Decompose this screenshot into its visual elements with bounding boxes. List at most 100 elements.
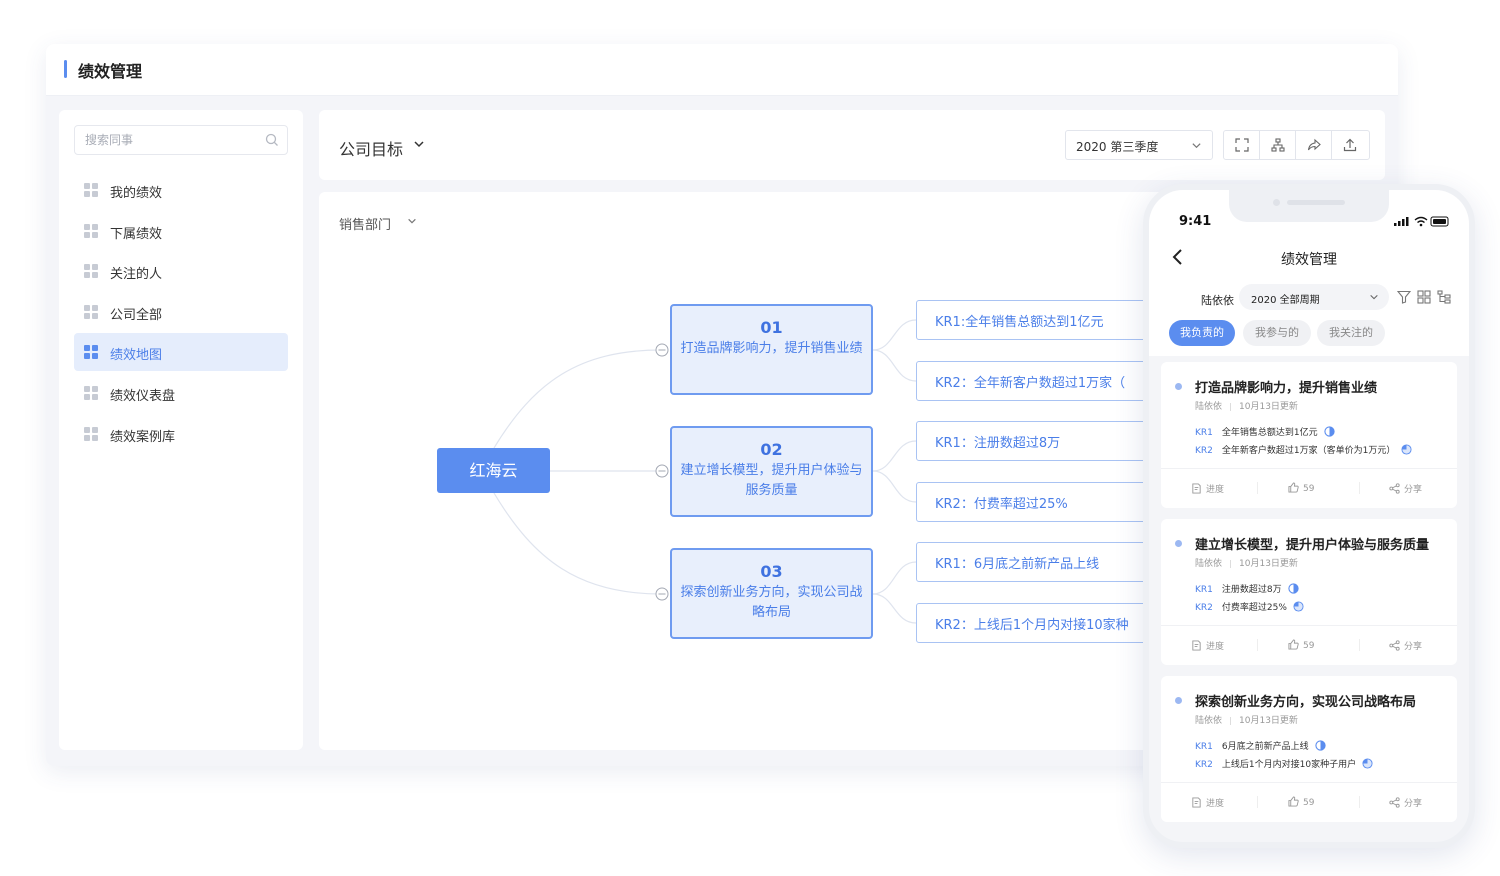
title-accent-bar [64,60,67,78]
sidebar-item-label: 公司全部 [110,307,163,323]
sidebar-item[interactable]: 我的绩效 [74,171,288,209]
card-divider [1161,468,1457,469]
card-meta: 陆依依 10月13日更新 [1195,399,1298,412]
collapse-icon[interactable] [655,464,669,478]
objective-node[interactable]: 03 探索创新业务方向，实现公司战略布局 [670,548,873,639]
thumbs-up-icon [1288,796,1299,807]
mobile-period-select[interactable]: 2020 全部周期 [1239,284,1389,310]
kr-text: 6月底之前新产品上线 [1221,742,1309,752]
sidebar-item[interactable]: 关注的人 [74,252,288,290]
tab-responsible[interactable]: 我负责的 [1169,320,1235,346]
share-button[interactable]: 分享 [1389,796,1422,809]
period-select[interactable]: 2020 第三季度 [1065,130,1213,160]
goal-selector[interactable]: 公司目标 [339,136,403,160]
objective-node[interactable]: 02 建立增长模型，提升用户体验与服务质量 [670,426,873,517]
key-result-node[interactable]: KR1：注册数超过8万 [916,421,1156,461]
tree-structure-icon[interactable] [1437,290,1451,304]
grid-icon [84,223,98,238]
sidebar: 我的绩效下属绩效关注的人公司全部绩效地图绩效仪表盘绩效案例库 [59,110,303,750]
kr-tag: KR1 [1195,742,1213,752]
fullscreen-button[interactable] [1224,131,1260,159]
objective-text: 探索创新业务方向，实现公司战略布局 [680,585,863,620]
card-key-result: KR2 付费率超过25% [1195,600,1304,613]
kr-tag: KR2 [1195,603,1213,613]
progress-quarter-icon [1293,601,1304,612]
progress-edit-icon [1192,483,1201,494]
app-title: 绩效管理 [78,62,143,81]
like-button[interactable]: 59 [1288,639,1314,651]
kr-tag: KR2 [1195,760,1213,770]
objective-node[interactable]: 01 打造品牌影响力，提升销售业绩 [670,304,873,395]
tab-following[interactable]: 我关注的 [1317,320,1385,346]
sidebar-item-label: 绩效地图 [110,348,163,364]
card-updated: 10月13日更新 [1239,559,1298,569]
mobile-app: 9:41 绩效管理 陆依依 2020 全部周期 我负责的 我参与的 我关注的 打… [1143,184,1475,848]
status-bar-icons [1394,216,1449,227]
objective-card[interactable]: 打造品牌影响力，提升销售业绩 陆依依 10月13日更新 KR1 全年销售总额达到1亿元 K… [1161,362,1457,508]
filter-icon[interactable] [1397,290,1411,304]
progress-button[interactable]: 进度 [1191,482,1224,495]
root-node[interactable]: 红海云 [437,448,550,493]
kr-tag: KR1 [1195,428,1213,438]
chevron-down-icon[interactable] [407,216,417,226]
key-result-node[interactable]: KR1：6月底之前新产品上线 [916,542,1156,582]
objective-card[interactable]: 建立增长模型，提升用户体验与服务质量 陆依依 10月13日更新 KR1 注册数超过8万 K… [1161,519,1457,665]
progress-quarter-icon [1401,444,1412,455]
key-result-node[interactable]: KR2：上线后1个月内对接10家种 [916,603,1156,643]
progress-label: 进度 [1206,485,1225,495]
collapse-icon[interactable] [655,343,669,357]
share-button[interactable]: 分享 [1389,482,1422,495]
share-label: 分享 [1404,642,1423,652]
key-result-node[interactable]: KR1:全年销售总额达到1亿元 [916,300,1156,340]
sidebar-item[interactable]: 下属绩效 [74,212,288,250]
upload-icon [1343,138,1357,152]
key-result-text: KR1：注册数超过8万 [935,436,1061,451]
sidebar-item[interactable]: 绩效地图 [74,333,288,372]
org-structure-button[interactable] [1260,131,1296,159]
objective-card[interactable]: 探索创新业务方向，实现公司战略布局 陆依依 10月13日更新 KR1 6月底之前新产品上… [1161,676,1457,822]
search-box[interactable] [74,125,288,155]
mobile-user-name[interactable]: 陆依依 [1201,292,1234,308]
grid-icon [84,183,98,197]
progress-button[interactable]: 进度 [1191,796,1224,809]
card-bullet [1175,540,1182,547]
search-icon[interactable] [265,133,279,147]
grid-icon [84,264,98,279]
progress-half-icon [1287,583,1299,594]
sidebar-item[interactable]: 绩效案例库 [74,415,288,453]
chevron-down-icon[interactable] [413,138,425,150]
sidebar-item[interactable]: 绩效仪表盘 [74,374,288,412]
card-key-result: KR2 上线后1个月内对接10家种子用户 [1195,757,1373,770]
camera-dot [1273,199,1280,206]
share-button[interactable]: 分享 [1389,639,1422,652]
progress-edit-icon [1192,797,1201,808]
search-input[interactable] [85,132,255,148]
objective-text: 建立增长模型，提升用户体验与服务质量 [680,463,863,498]
key-result-node[interactable]: KR2：付费率超过25% [916,482,1156,522]
tab-participating[interactable]: 我参与的 [1243,320,1311,346]
chevron-down-icon [1370,294,1378,300]
kr-tag: KR2 [1195,446,1213,456]
grid-layout-icon[interactable] [1417,290,1431,304]
collapse-icon[interactable] [655,587,669,601]
speaker-pill [1287,200,1345,205]
progress-half-icon [1323,426,1335,437]
grid-icon [84,345,98,360]
sidebar-item[interactable]: 公司全部 [74,293,288,331]
progress-button[interactable]: 进度 [1191,639,1224,652]
export-button[interactable] [1332,131,1368,159]
key-result-node[interactable]: KR2：全年新客户数超过1万家（ [916,361,1156,401]
kr-text: 上线后1个月内对接10家种子用户 [1221,760,1357,770]
progress-half-icon [1314,740,1326,751]
grid-icon [84,304,98,319]
card-bullet [1175,697,1182,704]
org-chart-icon [1271,138,1285,152]
like-button[interactable]: 59 [1288,482,1314,494]
mobile-page-title: 绩效管理 [1281,252,1337,268]
action-separator [1359,482,1360,494]
share-button[interactable] [1296,131,1332,159]
department-selector[interactable]: 销售部门 [339,214,391,233]
like-count: 59 [1303,641,1315,651]
like-button[interactable]: 59 [1288,796,1314,808]
card-divider [1161,625,1457,626]
